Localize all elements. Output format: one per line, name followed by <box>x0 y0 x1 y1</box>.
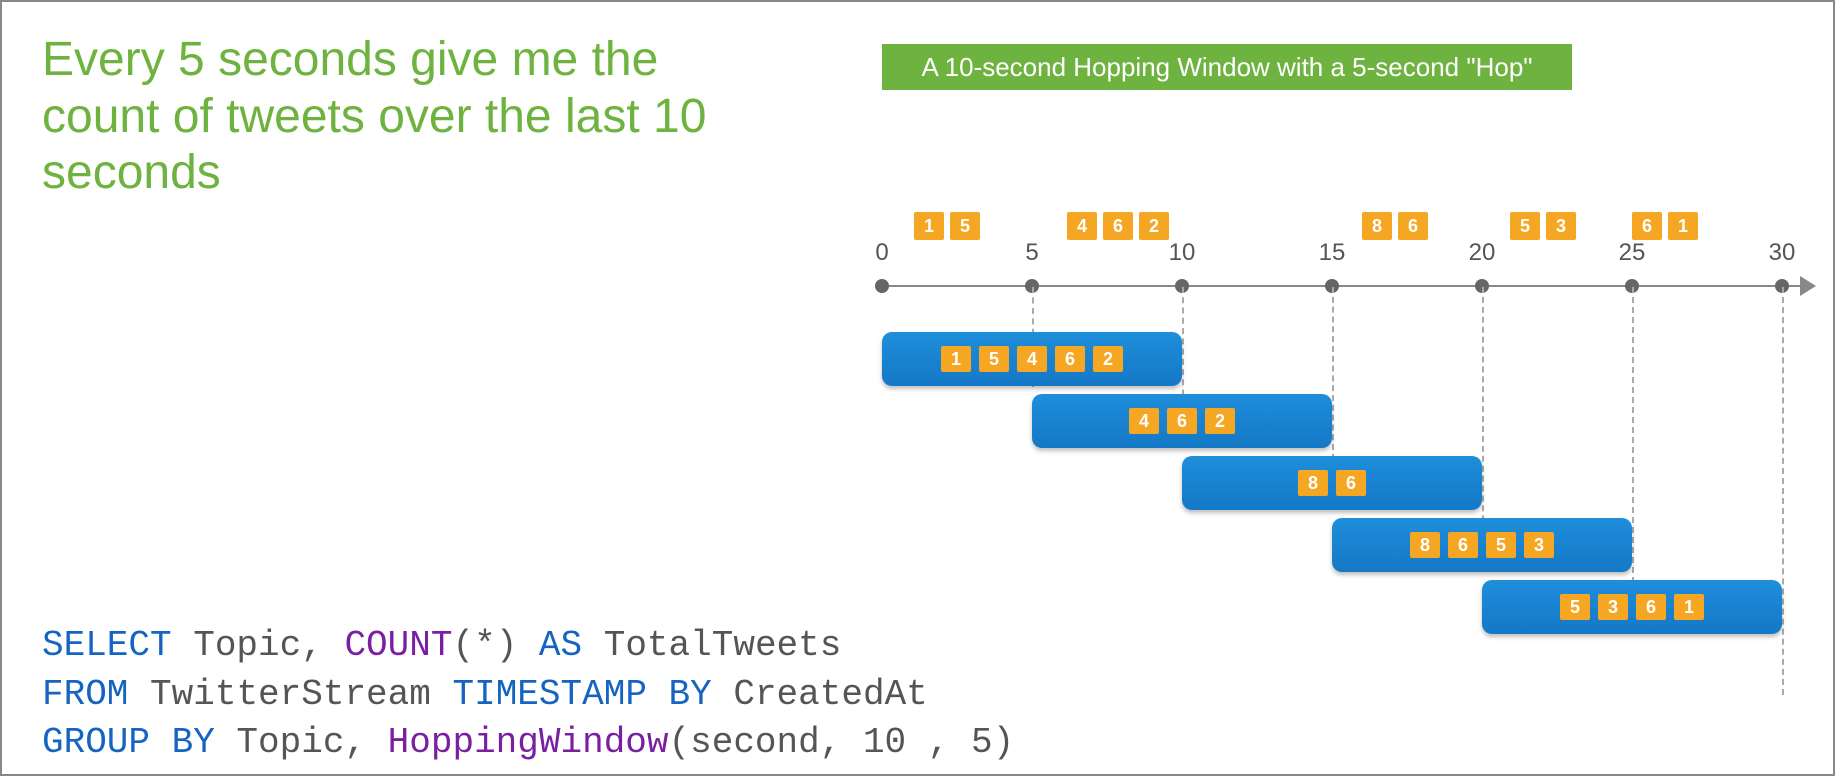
window-chip: 5 <box>1560 594 1590 620</box>
event-chip: 4 <box>1067 212 1097 240</box>
window-box: 1 5 4 6 2 <box>882 332 1182 386</box>
event-chip: 3 <box>1546 212 1576 240</box>
sql-text: CreatedAt <box>712 674 928 715</box>
window-chip: 4 <box>1017 346 1047 372</box>
slide: Every 5 seconds give me the count of twe… <box>0 0 1835 776</box>
sql-text: TwitterStream <box>128 674 452 715</box>
event-chip: 5 <box>950 212 980 240</box>
window-chip: 1 <box>1674 594 1704 620</box>
window-chip: 6 <box>1055 346 1085 372</box>
sql-text: Topic, <box>172 625 345 666</box>
window-chip: 3 <box>1598 594 1628 620</box>
sql-code: SELECT Topic, COUNT(*) AS TotalTweets FR… <box>42 622 1014 768</box>
window-chip: 2 <box>1093 346 1123 372</box>
event-chip: 8 <box>1362 212 1392 240</box>
time-axis: 0 5 10 15 20 25 30 Time (secs) <box>882 274 1802 314</box>
axis-arrow-icon <box>1800 276 1816 296</box>
window-chip: 8 <box>1410 532 1440 558</box>
sql-keyword-groupby: GROUP BY <box>42 722 215 763</box>
tick-label: 10 <box>1169 239 1196 267</box>
event-chip: 6 <box>1632 212 1662 240</box>
banner: A 10-second Hopping Window with a 5-seco… <box>882 44 1572 90</box>
tick-dot <box>875 279 889 293</box>
sql-keyword-hoppingwindow: HoppingWindow <box>388 722 669 763</box>
window-chip: 5 <box>979 346 1009 372</box>
axis-line <box>882 285 1802 287</box>
sql-keyword-from: FROM <box>42 674 128 715</box>
event-group: 53 <box>1510 212 1576 242</box>
window-chip: 2 <box>1205 408 1235 434</box>
event-chip: 1 <box>914 212 944 240</box>
sql-keyword-count: COUNT <box>344 625 452 666</box>
window-chip: 6 <box>1336 470 1366 496</box>
window-chip: 6 <box>1448 532 1478 558</box>
guide-line <box>1782 287 1784 695</box>
window-chip: 8 <box>1298 470 1328 496</box>
event-chip: 1 <box>1668 212 1698 240</box>
sql-text: (*) <box>452 625 538 666</box>
event-group: 86 <box>1362 212 1428 242</box>
window-box: 8 6 <box>1182 456 1482 510</box>
sql-text: TotalTweets <box>582 625 841 666</box>
window-chip: 1 <box>941 346 971 372</box>
event-group: 61 <box>1632 212 1698 242</box>
tick-label: 15 <box>1319 239 1346 267</box>
window-box: 8 6 5 3 <box>1332 518 1632 572</box>
event-group: 462 <box>1067 212 1169 242</box>
sql-keyword-as: AS <box>539 625 582 666</box>
window-box: 5 3 6 1 <box>1482 580 1782 634</box>
window-box: 4 6 2 <box>1032 394 1332 448</box>
window-chip: 3 <box>1524 532 1554 558</box>
window-chip: 6 <box>1636 594 1666 620</box>
tick-label: 20 <box>1469 239 1496 267</box>
tick-label: 0 <box>875 239 888 267</box>
event-chip: 2 <box>1139 212 1169 240</box>
heading: Every 5 seconds give me the count of twe… <box>42 32 762 202</box>
event-chip: 5 <box>1510 212 1540 240</box>
window-chip: 5 <box>1486 532 1516 558</box>
sql-keyword-timestampby: TIMESTAMP BY <box>452 674 711 715</box>
window-chip: 6 <box>1167 408 1197 434</box>
tick-label: 25 <box>1619 239 1646 267</box>
event-chip: 6 <box>1398 212 1428 240</box>
event-group: 15 <box>914 212 980 242</box>
tick-label: 5 <box>1025 239 1038 267</box>
event-chip: 6 <box>1103 212 1133 240</box>
window-chip: 4 <box>1129 408 1159 434</box>
tick-label: 30 <box>1769 239 1796 267</box>
sql-text: Topic, <box>215 722 388 763</box>
sql-keyword-select: SELECT <box>42 625 172 666</box>
sql-text: (second, 10 , 5) <box>669 722 1015 763</box>
